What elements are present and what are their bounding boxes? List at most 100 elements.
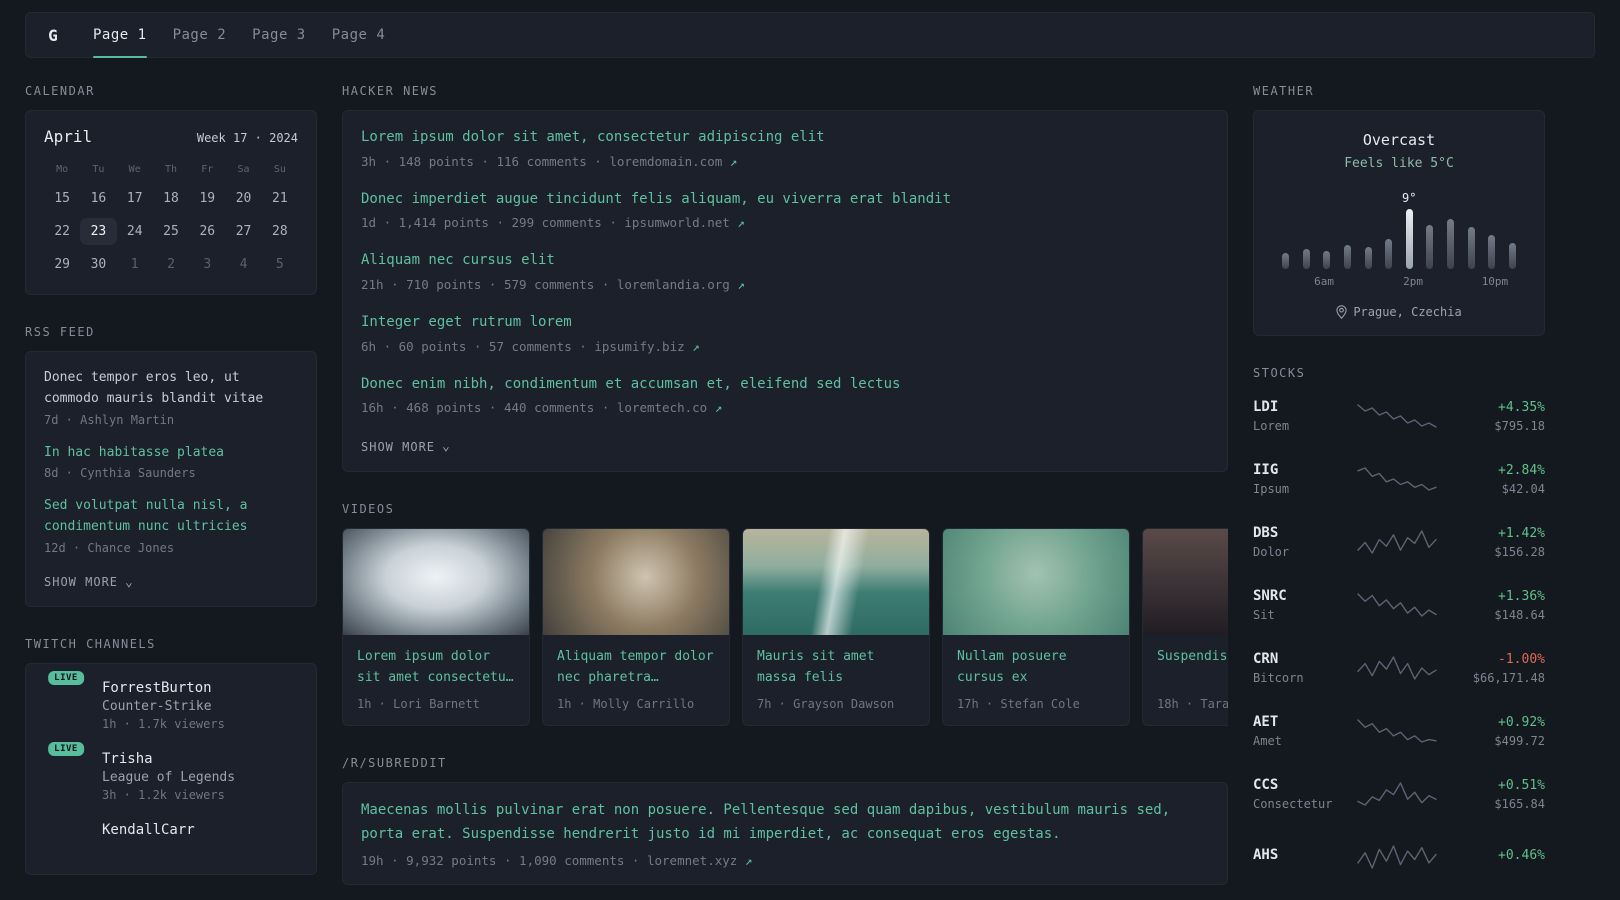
- weather-bars: 9°: [1282, 187, 1516, 269]
- hn-item: Aliquam nec cursus elit 21h · 710 points…: [361, 250, 1209, 292]
- video-meta: 17h · Stefan Cole: [957, 696, 1080, 711]
- reddit-post-domain-link[interactable]: loremnet.xyz: [647, 853, 737, 868]
- tab-page-4[interactable]: Page 4: [319, 13, 399, 57]
- hn-story-domain-link[interactable]: ipsumworld.net: [624, 215, 729, 230]
- external-link-icon: ↗: [737, 277, 745, 293]
- stock-sparkline: [1345, 843, 1449, 871]
- app-logo[interactable]: G: [36, 18, 70, 52]
- stock-row[interactable]: CCS Consectetur +0.51% $165.84: [1253, 770, 1545, 818]
- rss-item-link[interactable]: Sed volutpat nulla nisl, a condimentum n…: [44, 496, 298, 538]
- hn-show-more-button[interactable]: SHOW MORE ⌄: [361, 439, 451, 454]
- stock-sparkline: [1345, 780, 1449, 808]
- video-title: Aliquam tempor dolor nec pharetra…: [557, 648, 714, 685]
- hn-story-domain-link[interactable]: loremlandia.org: [617, 277, 730, 292]
- page-tabs: Page 1 Page 2 Page 3 Page 4: [80, 13, 399, 58]
- channel-name: KendallCarr: [102, 822, 195, 839]
- stock-row[interactable]: IIG Ipsum +2.84% $42.04: [1253, 455, 1545, 503]
- stock-change: +1.42%: [1498, 525, 1545, 541]
- rss-show-more-button[interactable]: SHOW MORE ⌄: [44, 575, 134, 590]
- stock-row[interactable]: DBS Dolor +1.42% $156.28: [1253, 518, 1545, 566]
- middle-column: HACKER NEWS Lorem ipsum dolor sit amet, …: [342, 84, 1228, 900]
- tab-page-1[interactable]: Page 1: [80, 13, 160, 58]
- hn-story-link[interactable]: Integer eget rutrum lorem: [361, 312, 1209, 334]
- right-column: WEATHER Overcast Feels like 5°C 9° 6am 2…: [1253, 84, 1545, 900]
- video-meta: 7h · Grayson Dawson: [757, 696, 895, 711]
- twitch-channel[interactable]: LIVE Trisha League of Legends 3h · 1.2k …: [44, 740, 298, 803]
- hn-item: Integer eget rutrum lorem 6h · 60 points…: [361, 312, 1209, 354]
- calendar-day: 27: [235, 224, 252, 239]
- stocks-list: LDI Lorem +4.35% $795.18 IIG Ipsum +2.84…: [1253, 392, 1545, 881]
- weather-bar: [1323, 251, 1331, 269]
- weather-location-label: Prague, Czechia: [1353, 305, 1462, 319]
- tab-page-2[interactable]: Page 2: [160, 13, 240, 57]
- stock-name: Lorem: [1253, 419, 1290, 433]
- hn-item: Donec imperdiet augue tincidunt felis al…: [361, 189, 1209, 231]
- stock-row[interactable]: AET Amet +0.92% $499.72: [1253, 707, 1545, 755]
- hn-story-link[interactable]: Donec enim nibh, condimentum et accumsan…: [361, 374, 1209, 396]
- video-thumbnail: [343, 528, 529, 635]
- stock-change: +4.35%: [1498, 399, 1545, 415]
- subreddit-card: Maecenas mollis pulvinar erat non posuer…: [342, 781, 1228, 885]
- stock-row[interactable]: AHS +0.46%: [1253, 833, 1545, 881]
- stock-row[interactable]: LDI Lorem +4.35% $795.18: [1253, 392, 1545, 440]
- channel-meta: 3h · 1.2k viewers: [102, 788, 225, 803]
- video-title: Suspendisse diam: [1157, 648, 1228, 664]
- external-link-icon: ↗: [714, 400, 723, 416]
- hn-story-domain-link[interactable]: ipsumify.biz: [594, 339, 684, 354]
- video-card[interactable]: Mauris sit amet massa felis 7h · Grayson…: [742, 527, 930, 726]
- stock-sparkline: [1345, 591, 1449, 619]
- hn-story-meta: 3h · 148 points · 116 comments · loremdo…: [361, 153, 738, 169]
- hn-story-meta: 1d · 1,414 points · 299 comments · ipsum…: [361, 215, 745, 231]
- calendar-dow: Sa: [237, 164, 250, 175]
- calendar-section-title: CALENDAR: [25, 84, 95, 98]
- hn-story-link[interactable]: Donec imperdiet augue tincidunt felis al…: [361, 189, 1209, 211]
- weather-peak-temp: 9°: [1402, 191, 1417, 205]
- stock-name: Dolor: [1253, 545, 1290, 559]
- video-title: Nullam posuere cursus ex: [957, 648, 1067, 685]
- hn-story-domain-link[interactable]: loremdomain.com: [609, 154, 722, 169]
- calendar-day: 25: [163, 224, 179, 239]
- weather-bar: [1426, 225, 1434, 269]
- rss-item: Donec tempor eros leo, ut commodo mauris…: [44, 368, 298, 427]
- stock-symbol: DBS: [1253, 525, 1279, 541]
- videos-section-title: VIDEOS: [342, 501, 395, 516]
- dashboard: CALENDAR April Week 17 · 2024 Mo Tu We T…: [0, 58, 1620, 900]
- subreddit-section-title: /R/SUBREDDIT: [342, 755, 447, 770]
- calendar-day: 16: [90, 191, 107, 206]
- tab-page-3[interactable]: Page 3: [239, 13, 319, 57]
- external-link-icon: ↗: [692, 338, 700, 354]
- calendar-day-next-month: 1: [130, 257, 139, 272]
- twitch-channel[interactable]: LIVE ForrestBurton Counter-Strike 1h · 1…: [44, 669, 298, 731]
- stock-sparkline: [1345, 717, 1449, 745]
- video-card[interactable]: Nullam posuere cursus ex 17h · Stefan Co…: [942, 527, 1130, 726]
- rss-item-link[interactable]: Donec tempor eros leo, ut commodo mauris…: [44, 368, 298, 410]
- location-pin-icon: [1336, 305, 1347, 319]
- stock-row[interactable]: CRN Bitcorn -1.00% $66,171.48: [1253, 644, 1545, 692]
- weather-time-label: 6am: [1314, 275, 1335, 288]
- reddit-post-link[interactable]: Maecenas mollis pulvinar erat non posuer…: [361, 799, 1209, 847]
- live-badge: LIVE: [46, 669, 86, 688]
- hn-item: Lorem ipsum dolor sit amet, consectetur …: [361, 127, 1209, 169]
- rss-item-meta: 7d · Ashlyn Martin: [44, 412, 175, 427]
- hackernews-widget: HACKER NEWS Lorem ipsum dolor sit amet, …: [342, 84, 1228, 472]
- calendar-dow: Mo: [56, 164, 69, 175]
- twitch-channel[interactable]: KendallCarr: [44, 822, 298, 838]
- reddit-post: Maecenas mollis pulvinar erat non posuer…: [361, 799, 1209, 868]
- hn-story-domain-link[interactable]: loremtech.co: [617, 400, 707, 415]
- hn-story-link[interactable]: Lorem ipsum dolor sit amet, consectetur …: [361, 127, 1209, 149]
- hn-story-link[interactable]: Aliquam nec cursus elit: [361, 250, 1209, 272]
- hn-story-meta: 21h · 710 points · 579 comments · loreml…: [361, 277, 745, 293]
- video-card[interactable]: Lorem ipsum dolor sit amet consectetu… 1…: [342, 527, 530, 726]
- rss-item-link[interactable]: In hac habitasse platea: [44, 443, 298, 464]
- video-card[interactable]: Suspendisse diam 18h · Tara: [1142, 527, 1228, 726]
- stock-symbol: AHS: [1253, 847, 1279, 863]
- stock-row[interactable]: SNRC Sit +1.36% $148.64: [1253, 581, 1545, 629]
- stock-change: -1.00%: [1498, 651, 1545, 667]
- calendar-day: 21: [272, 191, 288, 206]
- reddit-post-meta: 19h · 9,932 points · 1,090 comments · lo…: [361, 852, 753, 868]
- top-nav: G Page 1 Page 2 Page 3 Page 4: [25, 12, 1595, 58]
- video-card[interactable]: Aliquam tempor dolor nec pharetra… 1h · …: [542, 527, 730, 726]
- stock-price: $148.64: [1494, 607, 1545, 622]
- rss-section-title: RSS FEED: [25, 325, 95, 339]
- calendar-dow: We: [128, 164, 141, 175]
